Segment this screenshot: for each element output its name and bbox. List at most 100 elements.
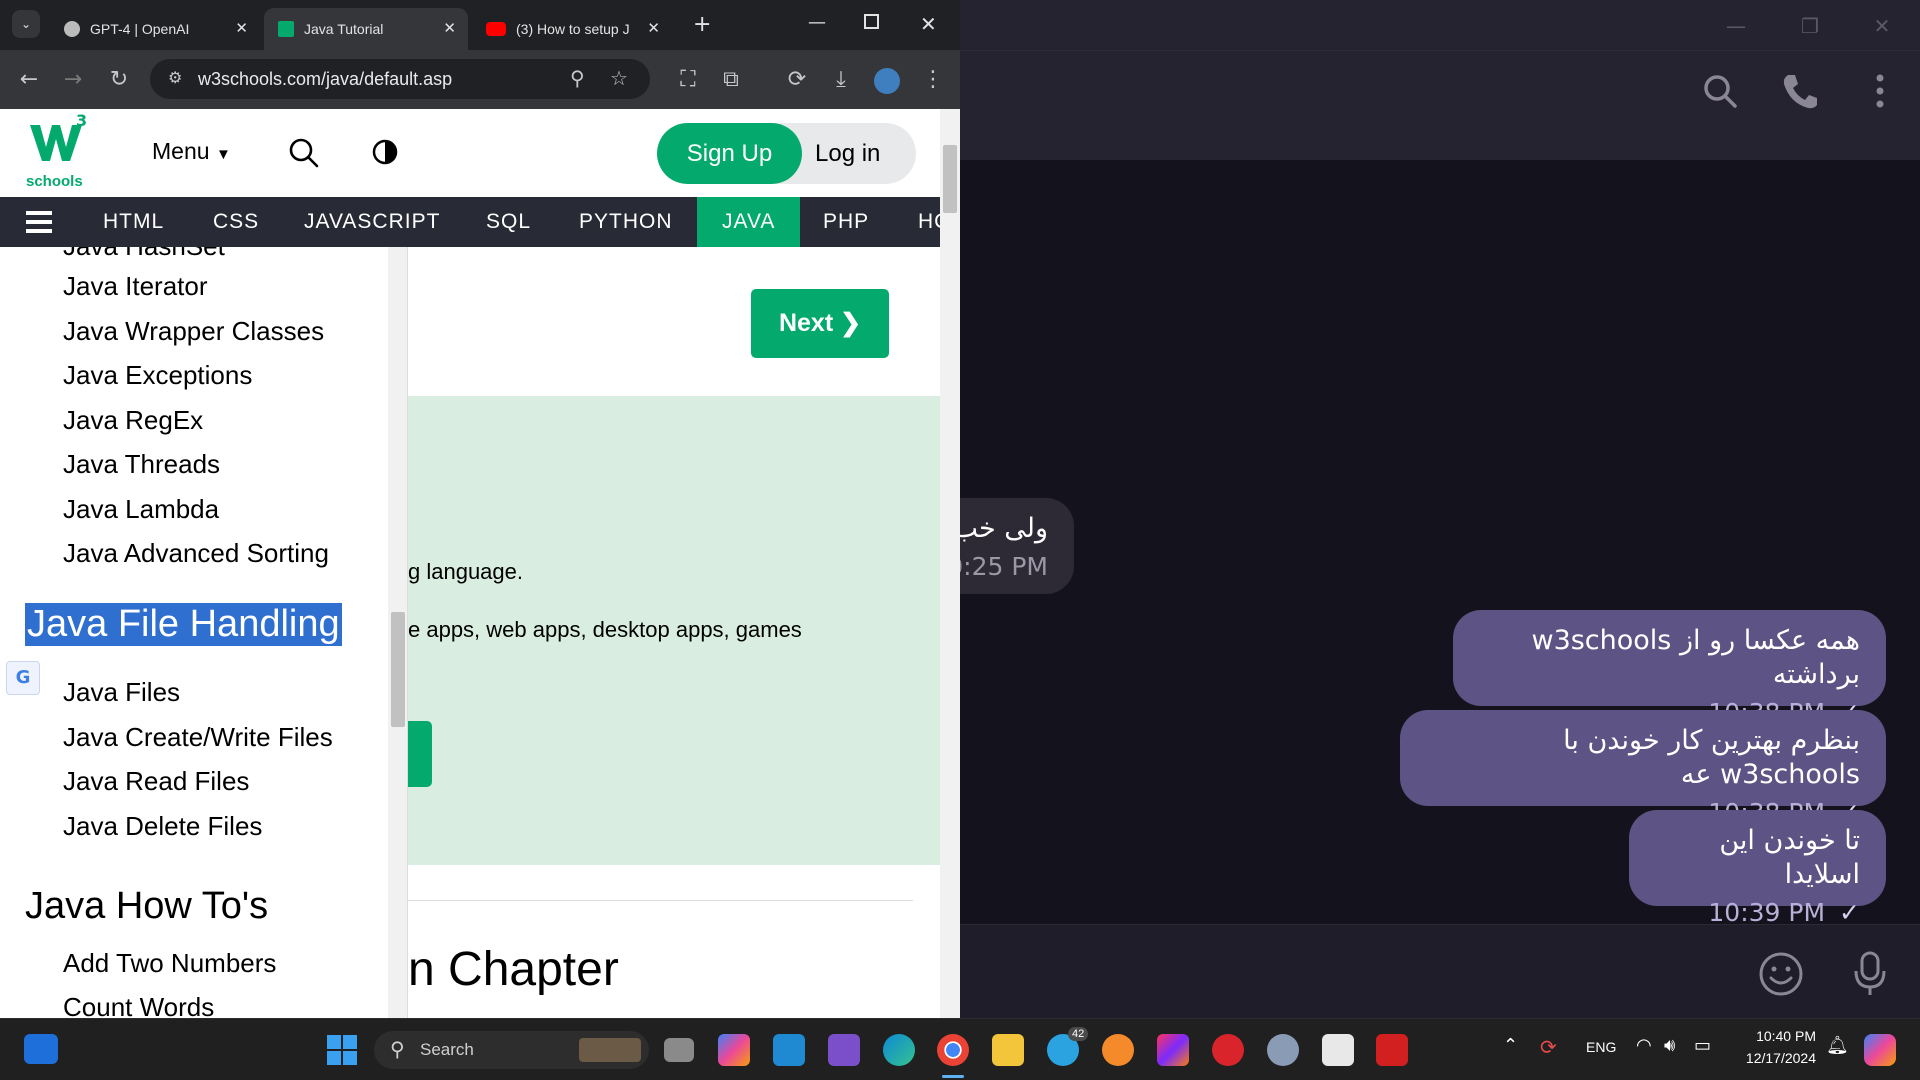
reload-icon[interactable]: ↻: [104, 66, 134, 94]
nav-sql[interactable]: SQL: [461, 197, 556, 247]
clock-date[interactable]: 12/17/2024: [1737, 1050, 1816, 1066]
google-translate-icon[interactable]: G: [6, 661, 40, 695]
emoji-icon[interactable]: [1758, 951, 1804, 997]
bookmark-star-icon[interactable]: ☆: [610, 59, 628, 99]
page-scrollbar[interactable]: [940, 109, 960, 1018]
search-icon[interactable]: [288, 137, 320, 169]
sidebar-item[interactable]: Java Wrapper Classes: [63, 316, 324, 347]
notification-bell-icon[interactable]: 🔔︎: [1826, 1035, 1849, 1056]
vscode-icon[interactable]: [773, 1034, 805, 1066]
java-icon[interactable]: [1322, 1034, 1354, 1066]
close-window-icon[interactable]: ✕: [920, 12, 937, 36]
nav-java[interactable]: JAVA: [697, 197, 801, 247]
site-info-icon[interactable]: ⚙: [168, 59, 182, 99]
language-indicator[interactable]: ENG: [1586, 1039, 1616, 1055]
maximize-icon[interactable]: [864, 14, 879, 29]
copilot-pre-icon[interactable]: [1864, 1034, 1896, 1066]
sidebar-item[interactable]: Java Files: [63, 677, 180, 708]
nav-more[interactable]: HC: [893, 197, 940, 247]
start-button-partial[interactable]: [408, 721, 432, 787]
chat-header: [960, 50, 1920, 160]
back-icon[interactable]: ←: [14, 66, 44, 94]
message-time: 10:39 PM: [1708, 898, 1826, 927]
close-tab-icon[interactable]: ✕: [443, 19, 456, 37]
settings-icon[interactable]: [1267, 1034, 1299, 1066]
sidebar-item[interactable]: Java Lambda: [63, 494, 219, 525]
search-icon[interactable]: [1698, 69, 1742, 113]
copilot-icon[interactable]: [718, 1034, 750, 1066]
download-icon[interactable]: ⤓: [826, 66, 856, 94]
sidebar-item[interactable]: Java Iterator: [63, 271, 208, 302]
message-outgoing[interactable]: تا خوندن این اسلایدا 10:39 PM ✓: [1629, 810, 1886, 927]
nav-php[interactable]: PHP: [798, 197, 894, 247]
w3schools-logo[interactable]: 3 schools: [26, 111, 96, 190]
vivaldi-icon[interactable]: [1212, 1034, 1244, 1066]
forward-icon[interactable]: →: [58, 66, 88, 94]
sidebar-item[interactable]: Java RegEx: [63, 405, 203, 436]
zoom-icon[interactable]: ⚲: [570, 59, 585, 99]
sidebar-item[interactable]: Add Two Numbers: [63, 948, 276, 979]
next-button[interactable]: Next ❯: [751, 289, 889, 358]
restore-icon[interactable]: ❐: [1796, 12, 1824, 40]
tab-gpt4[interactable]: GPT-4 | OpenAI ✕: [50, 8, 260, 50]
minimize-icon[interactable]: —: [808, 12, 826, 33]
nav-html[interactable]: HTML: [78, 197, 189, 247]
sidebar-item[interactable]: Count Words: [63, 992, 214, 1018]
sidebar-item[interactable]: Java Threads: [63, 449, 220, 480]
nav-javascript[interactable]: JAVASCRIPT: [279, 197, 465, 247]
profile-avatar[interactable]: [874, 68, 900, 94]
sidebar-item[interactable]: Java HashSet: [63, 247, 225, 262]
browser-menu-icon[interactable]: ⋮: [918, 66, 948, 94]
new-tab-icon[interactable]: +: [693, 12, 711, 37]
sidebar-item[interactable]: Java Delete Files: [63, 811, 262, 842]
chevron-up-icon[interactable]: ⌃: [1503, 1035, 1518, 1056]
signup-button[interactable]: Sign Up: [657, 123, 802, 184]
address-bar[interactable]: w3schools.com/java/default.asp ⚙ ⚲ ☆: [150, 59, 650, 99]
close-tab-icon[interactable]: ✕: [235, 19, 248, 37]
extensions-icon[interactable]: ⧉: [716, 66, 746, 94]
sidebar-item[interactable]: Java Read Files: [63, 766, 249, 797]
edge-icon[interactable]: [883, 1034, 915, 1066]
theme-toggle-icon[interactable]: [372, 139, 398, 165]
main-content: Next ❯ g language. e apps, web apps, des…: [408, 247, 940, 1018]
message-outgoing[interactable]: همه عکسا رو از w3schools برداشته 10:38 P…: [1453, 610, 1886, 727]
file-explorer-icon[interactable]: [992, 1034, 1024, 1066]
tab-youtube[interactable]: (3) How to setup J ✕: [472, 8, 672, 50]
sync-status-icon[interactable]: ⟳: [1540, 1035, 1557, 1060]
volume-icon[interactable]: 🔊︎: [1664, 1035, 1675, 1056]
sync-icon[interactable]: ⟳: [782, 66, 812, 94]
close-icon[interactable]: ✕: [1868, 12, 1896, 40]
battery-icon[interactable]: ▭: [1694, 1035, 1711, 1056]
clock-time[interactable]: 10:40 PM: [1740, 1028, 1816, 1044]
intellij-icon[interactable]: [1157, 1034, 1189, 1066]
chrome-icon[interactable]: [937, 1034, 969, 1066]
tab-search-icon[interactable]: ⌄: [12, 10, 40, 38]
w3schools-icon: [278, 21, 294, 37]
start-icon[interactable]: [326, 1034, 358, 1066]
nav-python[interactable]: PYTHON: [554, 197, 698, 247]
wifi-icon[interactable]: ◠: [1636, 1035, 1652, 1056]
taskbar-search[interactable]: ⚲ Search: [374, 1031, 649, 1069]
sidebar-item[interactable]: Java Create/Write Files: [63, 722, 333, 753]
acrobat-icon[interactable]: [1376, 1034, 1408, 1066]
close-tab-icon[interactable]: ✕: [647, 19, 660, 37]
menu-button[interactable]: Menu ▼: [152, 138, 231, 165]
translate-icon[interactable]: ⛶: [673, 66, 703, 94]
message-composer[interactable]: [960, 924, 1920, 1018]
more-vertical-icon[interactable]: [1858, 69, 1902, 113]
tab-java-tutorial[interactable]: Java Tutorial ✕: [264, 8, 468, 50]
nav-css[interactable]: CSS: [188, 197, 284, 247]
paint-app-icon[interactable]: [1102, 1034, 1134, 1066]
message-outgoing[interactable]: بنظرم بهترین کار خوندن با w3schools عه 1…: [1400, 710, 1886, 827]
microphone-icon[interactable]: [1850, 949, 1890, 999]
sidebar-item[interactable]: Java Exceptions: [63, 360, 252, 391]
minimize-icon[interactable]: —: [1722, 12, 1750, 40]
phone-icon[interactable]: [1778, 69, 1822, 113]
hamburger-icon[interactable]: [26, 211, 52, 233]
page-scroll-thumb[interactable]: [943, 145, 957, 213]
task-view-icon[interactable]: [664, 1038, 694, 1062]
visual-studio-icon[interactable]: [828, 1034, 860, 1066]
sidebar-scroll-thumb[interactable]: [391, 612, 405, 727]
widgets-icon[interactable]: [24, 1034, 58, 1064]
sidebar-item[interactable]: Java Advanced Sorting: [63, 538, 329, 569]
